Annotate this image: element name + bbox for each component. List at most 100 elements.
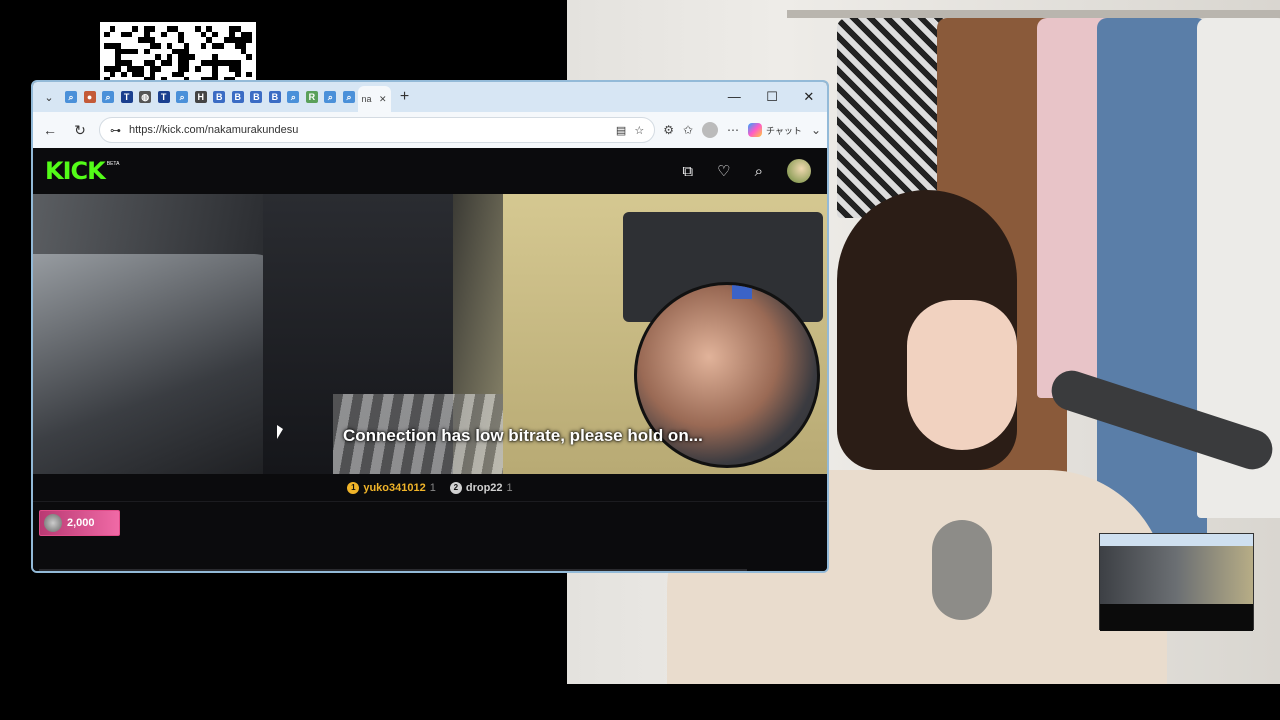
tab-10[interactable]: Bbo xyxy=(246,86,265,108)
profile-avatar[interactable] xyxy=(702,122,719,138)
cat-icon: ● xyxy=(83,91,96,103)
tab-list-chevron-down-icon[interactable]: ⌄ xyxy=(37,85,61,109)
leaderboard-count: 1 xyxy=(506,481,513,494)
tab-6[interactable]: ⌕ xyxy=(172,86,191,108)
tab-bar: ⌄ ⌕サ●サ⌕蓄T20◍ラT鉄⌕H蒲BboBboBboBBo⌕R⌕az⌕ki n… xyxy=(33,82,827,112)
kick-logo[interactable]: KICK BETA xyxy=(45,157,119,185)
tab-3[interactable]: T20 xyxy=(117,86,136,108)
leaderboard-username: yuko341012 xyxy=(363,481,426,494)
r-icon: R xyxy=(305,91,318,103)
chat-area: 2,000 xyxy=(33,502,827,571)
tab-13[interactable]: R xyxy=(302,86,321,108)
search-icon: ⌕ xyxy=(102,91,115,103)
qr-code xyxy=(100,22,256,80)
t-icon: T xyxy=(120,91,133,103)
beta-label: BETA xyxy=(106,161,120,167)
reader-mode-icon[interactable]: ▤ xyxy=(616,124,626,137)
tab-4[interactable]: ◍ラ xyxy=(135,86,154,108)
tab-9[interactable]: Bbo xyxy=(228,86,247,108)
chat-label: チャット xyxy=(766,125,802,136)
maximize-icon[interactable]: ☐ xyxy=(766,89,778,105)
leaderboard-entry[interactable]: 2 drop22 1 xyxy=(449,481,513,494)
video-player[interactable]: Connection has low bitrate, please hold … xyxy=(33,194,827,474)
low-bitrate-message: Connection has low bitrate, please hold … xyxy=(343,426,703,445)
favorite-star-icon[interactable]: ☆ xyxy=(634,124,644,137)
clothes-rack xyxy=(787,10,1280,18)
preview-browser-bar xyxy=(1100,534,1253,546)
tab-8[interactable]: Bbo xyxy=(209,86,228,108)
search-icon: ⌕ xyxy=(65,91,77,103)
tab-0[interactable]: ⌕サ xyxy=(61,86,80,108)
rank-badge-icon: 1 xyxy=(347,481,360,494)
pinned-gift[interactable]: 2,000 xyxy=(39,510,120,536)
stream-scene: ⌄ ⌕サ●サ⌕蓄T20◍ラT鉄⌕H蒲BboBboBboBBo⌕R⌕az⌕ki n… xyxy=(0,0,1280,720)
chevron-down-icon[interactable]: ⌄ xyxy=(811,123,821,137)
window-controls: — ☐ ✕ xyxy=(715,89,827,105)
b-icon: B xyxy=(213,91,226,103)
globe-icon: ◍ xyxy=(139,91,152,103)
url-text: https://kick.com/nakamurakundesu xyxy=(129,124,299,136)
heart-icon[interactable]: ♡ xyxy=(717,162,730,180)
h-icon: H xyxy=(194,91,207,103)
pinned-amount: 2,000 xyxy=(67,517,95,529)
favorites-icon[interactable]: ✩ xyxy=(683,123,693,137)
more-menu-icon[interactable]: ⋯ xyxy=(727,123,739,137)
url-field[interactable]: ⊶ https://kick.com/nakamurakundesu ▤ ☆ xyxy=(99,117,656,143)
search-icon: ⌕ xyxy=(324,91,337,103)
streamer-face xyxy=(907,300,1017,450)
close-tab-icon[interactable]: ✕ xyxy=(379,94,387,105)
tab-15[interactable]: ⌕ki xyxy=(339,86,358,108)
logo-text: KICK xyxy=(45,157,106,185)
back-arrow-icon[interactable]: ← xyxy=(39,122,61,138)
extension-icon[interactable]: ⚙ xyxy=(663,123,674,137)
stream-preview-thumbnail xyxy=(1099,533,1254,631)
leaderboard-username: drop22 xyxy=(465,481,503,494)
browser-window: ⌄ ⌕サ●サ⌕蓄T20◍ラT鉄⌕H蒲BboBboBboBBo⌕R⌕az⌕ki n… xyxy=(31,80,829,573)
minimize-icon[interactable]: — xyxy=(728,89,741,105)
mouse-cursor-icon xyxy=(277,425,283,439)
toolbar-extensions: ⚙ ✩ ⋯ チャット ⌄ xyxy=(663,122,821,138)
reload-icon[interactable]: ↻ xyxy=(69,122,91,139)
tab-7[interactable]: H蒲 xyxy=(191,86,210,108)
tab-5[interactable]: T鉄 xyxy=(154,86,173,108)
coat-denim xyxy=(1097,18,1207,538)
tab-2[interactable]: ⌕蓄 xyxy=(98,86,117,108)
t-icon: T xyxy=(157,91,170,103)
video-car-left xyxy=(33,254,293,474)
search-icon: ⌕ xyxy=(287,91,300,103)
tab-1[interactable]: ●サ xyxy=(80,86,99,108)
site-info-icon[interactable]: ⊶ xyxy=(110,124,121,137)
active-tab-label: na xyxy=(361,94,372,104)
following-icon[interactable]: ⧉ xyxy=(682,163,693,180)
kick-header-icons: ⧉ ♡ ⌕ xyxy=(682,159,811,183)
gift-coin-icon xyxy=(44,514,62,532)
new-tab-plus-icon[interactable]: + xyxy=(391,88,419,106)
kick-header: KICK BETA ⧉ ♡ ⌕ xyxy=(33,148,827,194)
leaderboard-entry[interactable]: 1 yuko341012 1 xyxy=(347,481,436,494)
leaderboard-count: 1 xyxy=(429,481,436,494)
microphone xyxy=(932,520,992,620)
rank-badge-icon: 2 xyxy=(449,481,462,494)
preview-chat xyxy=(1100,604,1253,631)
search-icon[interactable]: ⌕ xyxy=(755,163,763,180)
preview-video xyxy=(1100,546,1253,604)
gift-leaderboard: 1 yuko341012 1 2 drop22 1 xyxy=(33,474,827,502)
b-icon: B xyxy=(231,91,244,103)
address-bar: ← ↻ ⊶ https://kick.com/nakamurakundesu ▤… xyxy=(33,112,827,148)
tab-strip: ⌕サ●サ⌕蓄T20◍ラT鉄⌕H蒲BboBboBboBBo⌕R⌕az⌕ki xyxy=(61,82,358,112)
b-icon: B xyxy=(268,91,281,103)
chat-scrollbar[interactable] xyxy=(39,569,747,571)
search-icon: ⌕ xyxy=(176,91,189,103)
tab-14[interactable]: ⌕az xyxy=(320,86,339,108)
facecam-cap xyxy=(732,285,752,299)
kick-page: KICK BETA ⧉ ♡ ⌕ Connection has low bitra… xyxy=(33,148,827,571)
b-icon: B xyxy=(250,91,263,103)
user-avatar[interactable] xyxy=(787,159,811,183)
search-icon: ⌕ xyxy=(342,91,355,103)
tab-active[interactable]: na ✕ xyxy=(357,86,391,112)
tab-11[interactable]: BBo xyxy=(265,86,284,108)
tab-12[interactable]: ⌕ xyxy=(283,86,302,108)
copilot-icon xyxy=(748,123,763,137)
close-window-icon[interactable]: ✕ xyxy=(803,89,814,105)
copilot-chat-button[interactable]: チャット xyxy=(748,123,802,137)
